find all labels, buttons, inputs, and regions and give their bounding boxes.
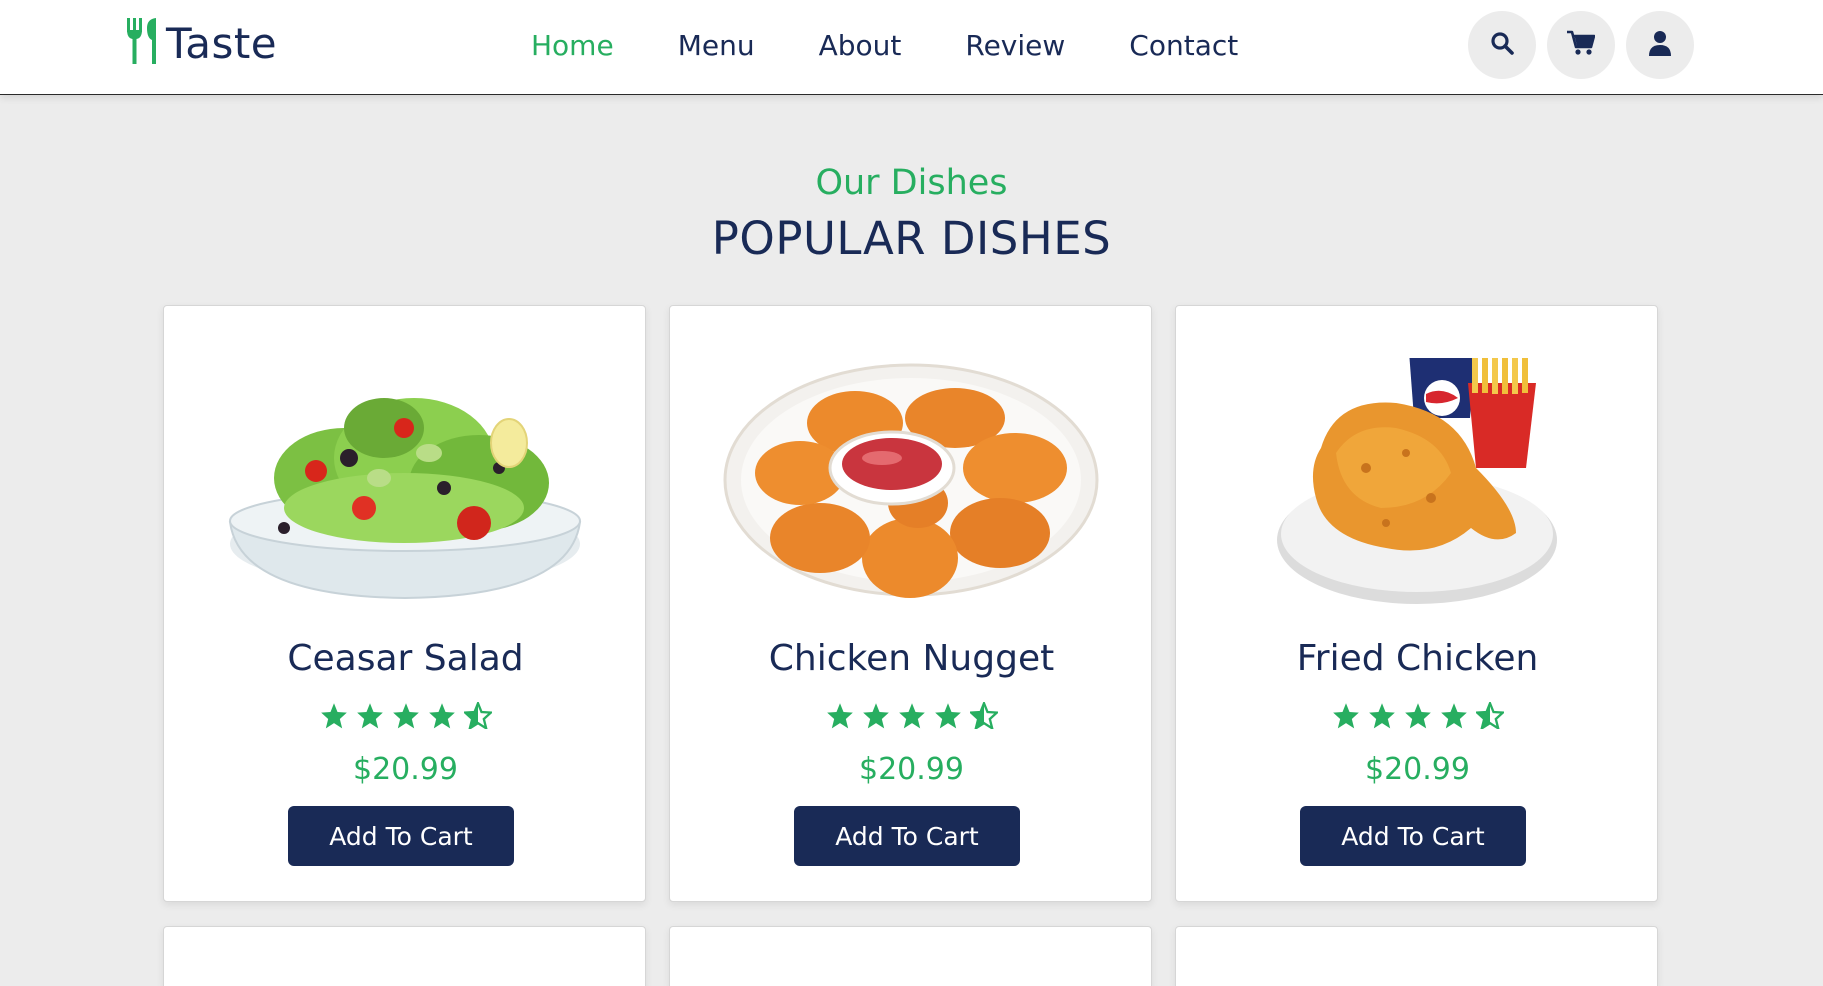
star-icon [356, 702, 384, 733]
rating-stars [670, 700, 1153, 733]
star-icon [392, 702, 420, 733]
dish-card: Chicken Nugget $20.99 Add To Cart [669, 305, 1152, 902]
dish-price: $20.99 [1365, 752, 1470, 787]
user-button[interactable] [1626, 11, 1694, 79]
star-icon [898, 702, 926, 733]
nav-contact[interactable]: Contact [1129, 26, 1238, 66]
dish-price: $20.99 [353, 752, 458, 787]
header-actions [1468, 11, 1694, 79]
nav-review[interactable]: Review [965, 26, 1065, 66]
dish-name: Fried Chicken [1296, 638, 1539, 679]
dish-card: Fried Chicken $20.99 Add To Cart [1175, 305, 1658, 902]
star-icon [934, 702, 962, 733]
nav-menu[interactable]: Menu [678, 26, 755, 66]
rating-stars [164, 700, 647, 733]
search-button[interactable] [1468, 11, 1536, 79]
main-nav: Home Menu About Review Contact [531, 26, 1302, 66]
search-icon [1490, 31, 1514, 59]
star-icon [862, 702, 890, 733]
star-half-icon [461, 700, 494, 733]
cart-icon [1567, 30, 1596, 60]
dish-name: Chicken Nugget [768, 638, 1055, 679]
star-icon [1332, 702, 1360, 733]
star-icon [320, 702, 348, 733]
logo-text: Taste [166, 18, 278, 68]
header: Taste Home Menu About Review Contact [0, 0, 1823, 95]
star-icon [1368, 702, 1396, 733]
star-icon [428, 702, 456, 733]
fried-chicken-image [1176, 330, 1659, 604]
dish-card [163, 926, 646, 986]
add-to-cart-button[interactable]: Add To Cart [1300, 806, 1526, 866]
nuggets-image [670, 358, 1153, 598]
salad-image [164, 358, 647, 600]
cart-button[interactable] [1547, 11, 1615, 79]
nav-about[interactable]: About [819, 26, 902, 66]
logo[interactable]: Taste [126, 18, 277, 68]
section-subtitle: Our Dishes [815, 163, 1008, 203]
section-title: POPULAR DISHES [711, 212, 1112, 265]
dish-card [669, 926, 1152, 986]
dish-name: Ceasar Salad [287, 638, 524, 679]
utensils-icon [126, 18, 164, 68]
user-icon [1648, 30, 1672, 60]
dish-card [1175, 926, 1658, 986]
star-half-icon [967, 700, 1000, 733]
rating-stars [1176, 700, 1659, 733]
dish-price: $20.99 [859, 752, 964, 787]
add-to-cart-button[interactable]: Add To Cart [288, 806, 514, 866]
star-icon [1440, 702, 1468, 733]
star-icon [1404, 702, 1432, 733]
star-half-icon [1473, 700, 1506, 733]
dish-card: Ceasar Salad $20.99 Add To Cart [163, 305, 646, 902]
star-icon [826, 702, 854, 733]
nav-home[interactable]: Home [531, 26, 614, 66]
add-to-cart-button[interactable]: Add To Cart [794, 806, 1020, 866]
